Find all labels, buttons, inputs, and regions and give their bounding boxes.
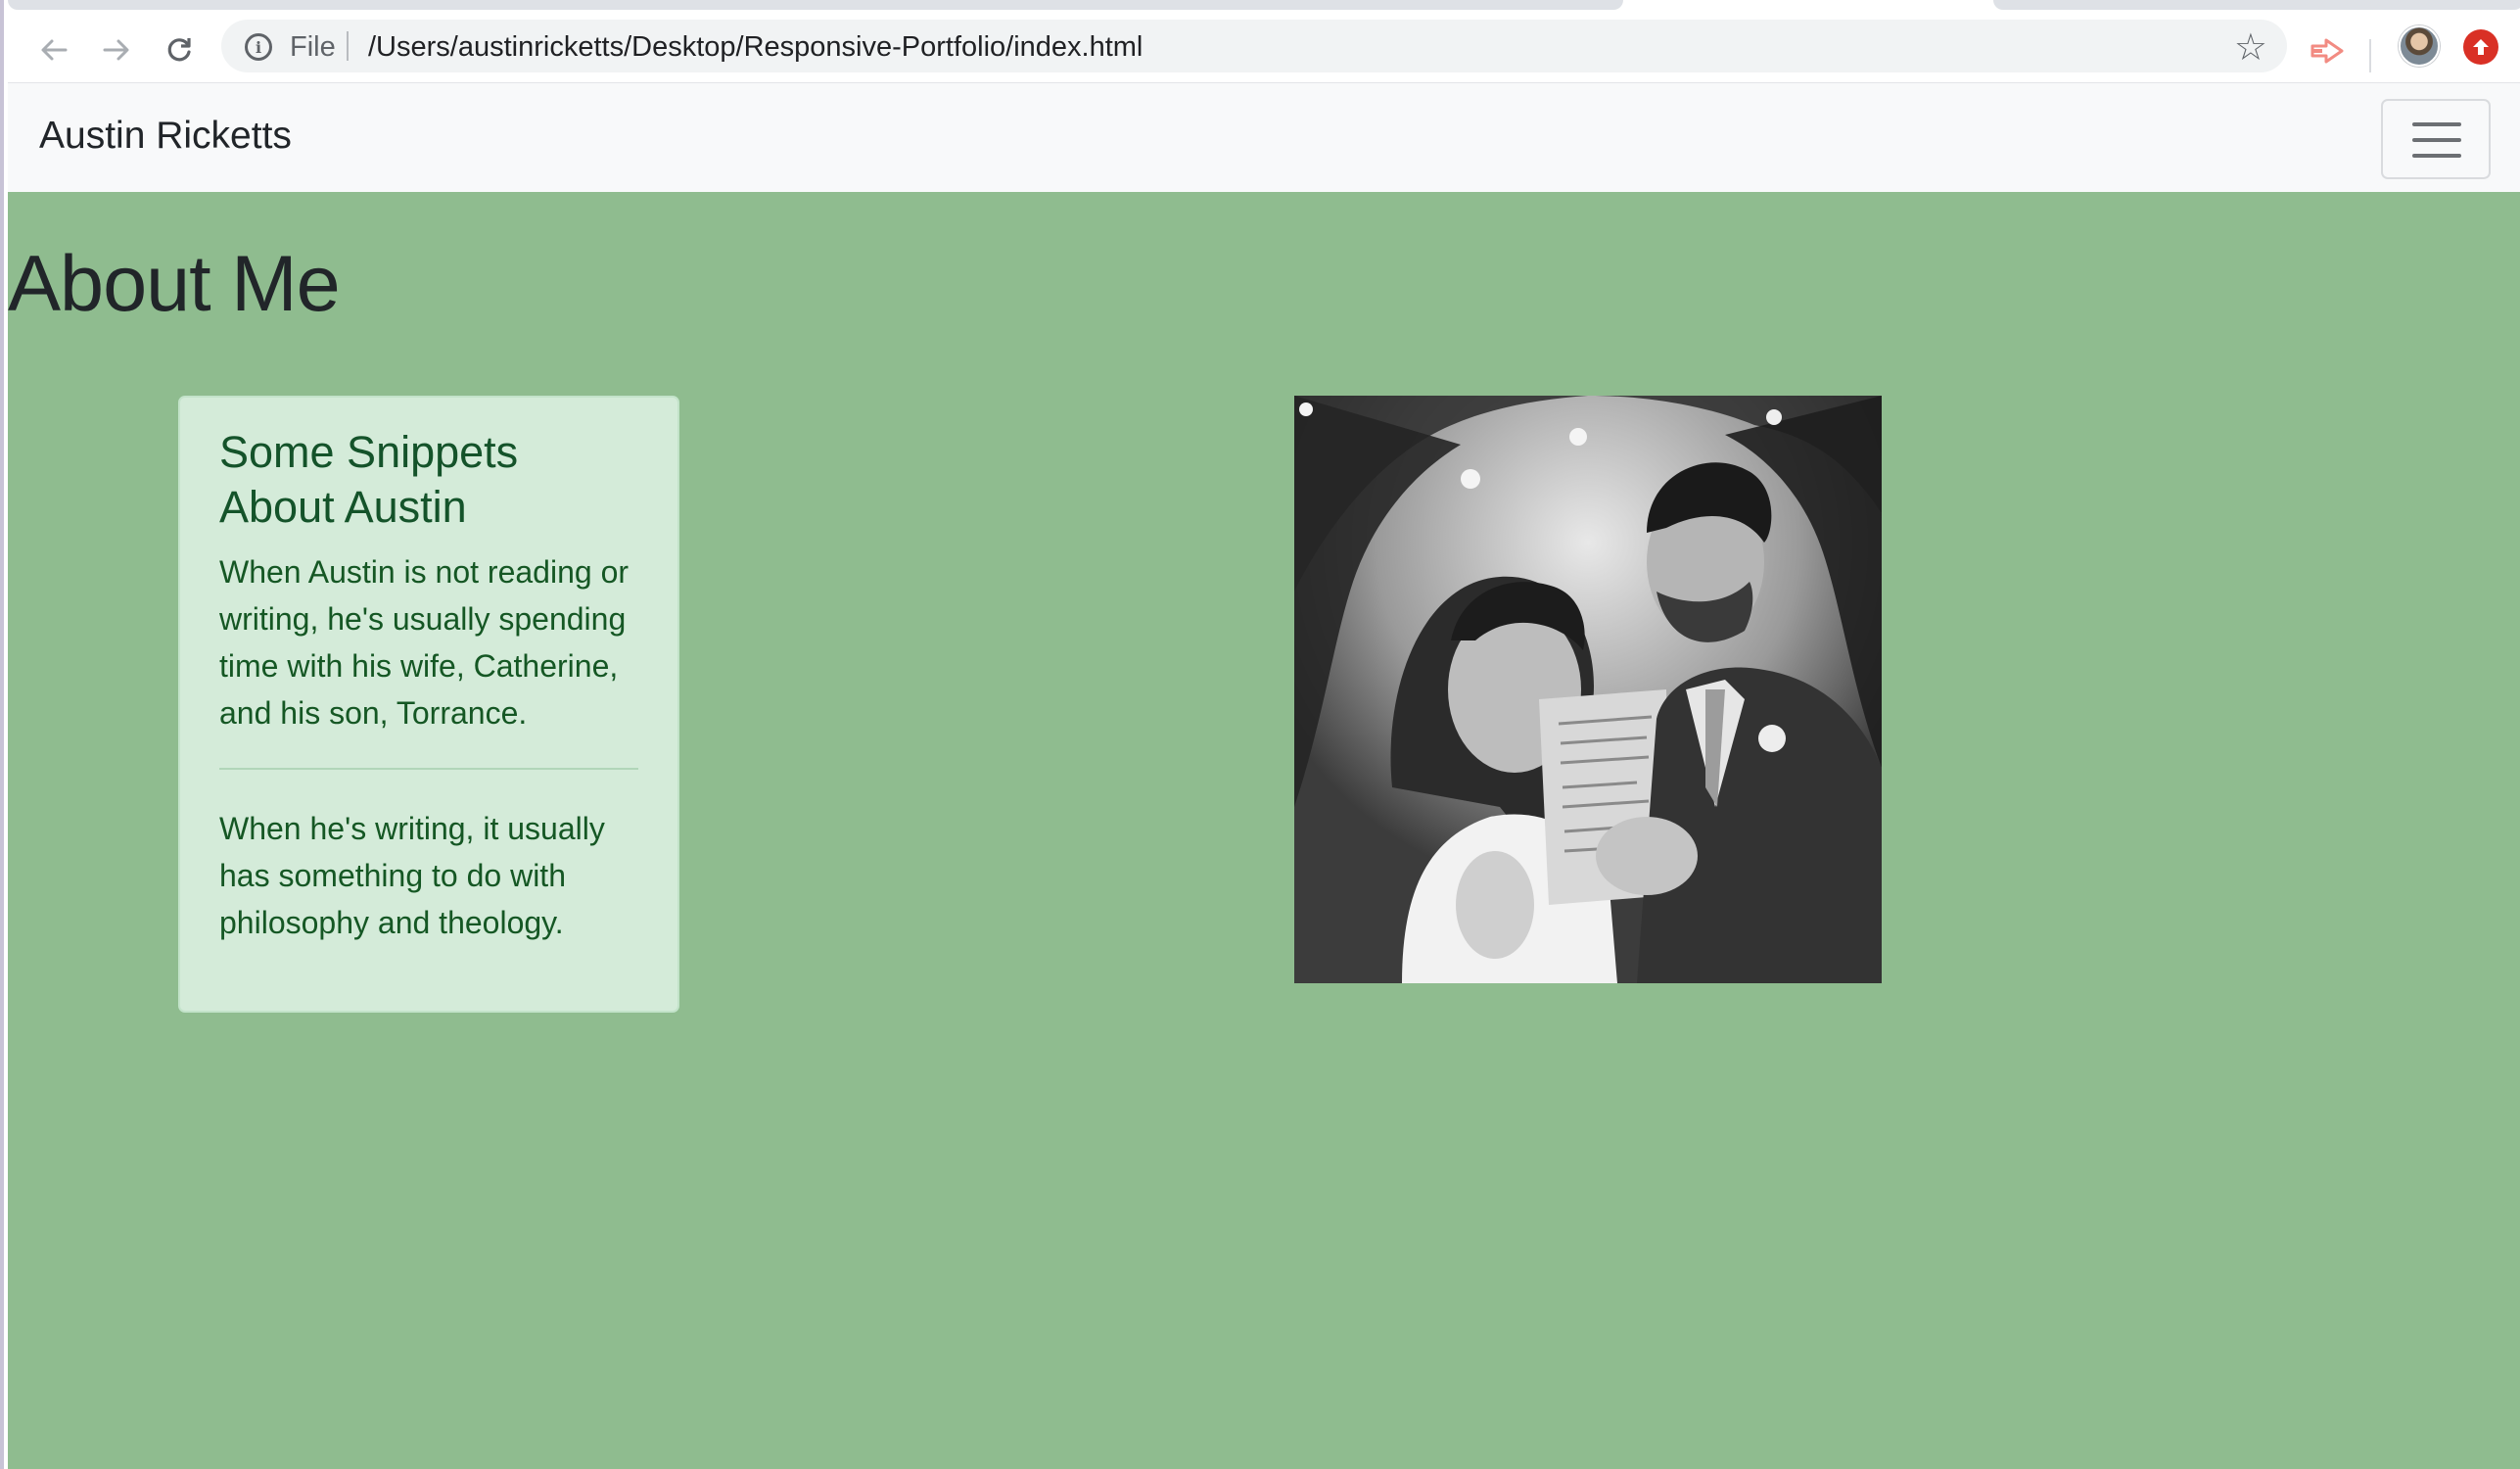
bookmark-star-icon[interactable]: ☆ bbox=[2234, 25, 2267, 70]
arrow-right-icon bbox=[103, 39, 129, 61]
toolbar-separator bbox=[2369, 39, 2371, 72]
site-navbar: Austin Ricketts bbox=[8, 82, 2520, 192]
navbar-brand[interactable]: Austin Ricketts bbox=[39, 115, 292, 158]
url-scheme-label: File bbox=[290, 31, 336, 63]
avatar[interactable] bbox=[2399, 25, 2440, 67]
snippets-card: Some Snippets About Austin When Austin i… bbox=[178, 396, 679, 1013]
tab-background[interactable] bbox=[8, 0, 1623, 10]
hamburger-icon bbox=[2412, 138, 2461, 142]
page-viewport: Austin Ricketts About Me Some Snippets A… bbox=[8, 82, 2520, 1469]
reload-icon bbox=[167, 38, 191, 62]
hamburger-icon bbox=[2412, 154, 2461, 158]
navbar-toggler-button[interactable] bbox=[2381, 99, 2491, 179]
back-button[interactable] bbox=[31, 27, 76, 72]
photo-illustration bbox=[1294, 396, 1882, 983]
browser-toolbar: i File /Users/austinricketts/Desktop/Res… bbox=[8, 18, 2520, 82]
page-title: About Me bbox=[8, 240, 341, 328]
update-arrow-icon[interactable] bbox=[2463, 29, 2498, 65]
url-divider bbox=[347, 31, 349, 61]
profile-photo bbox=[1294, 396, 1882, 983]
info-icon[interactable]: i bbox=[245, 33, 272, 61]
tab-strip bbox=[8, 0, 2520, 18]
card-paragraph: When Austin is not reading or writing, h… bbox=[219, 554, 630, 731]
arrow-left-icon bbox=[41, 39, 68, 61]
address-bar[interactable]: i File /Users/austinricketts/Desktop/Res… bbox=[221, 20, 2287, 72]
browser-window: i File /Users/austinricketts/Desktop/Res… bbox=[0, 0, 2520, 1469]
reload-button[interactable] bbox=[157, 27, 202, 72]
forward-button[interactable] bbox=[94, 27, 139, 72]
extension-button[interactable] bbox=[2309, 31, 2348, 71]
card-paragraph: When he's writing, it usually has someth… bbox=[219, 811, 605, 940]
hamburger-icon bbox=[2412, 122, 2461, 126]
tab-background[interactable] bbox=[1993, 0, 2520, 10]
card-title: Some Snippets About Austin bbox=[219, 427, 519, 532]
url-text[interactable]: /Users/austinricketts/Desktop/Responsive… bbox=[368, 31, 1143, 64]
extension-arrow-icon bbox=[2310, 38, 2344, 64]
card-divider bbox=[219, 768, 638, 770]
up-arrow-icon bbox=[2473, 39, 2489, 55]
